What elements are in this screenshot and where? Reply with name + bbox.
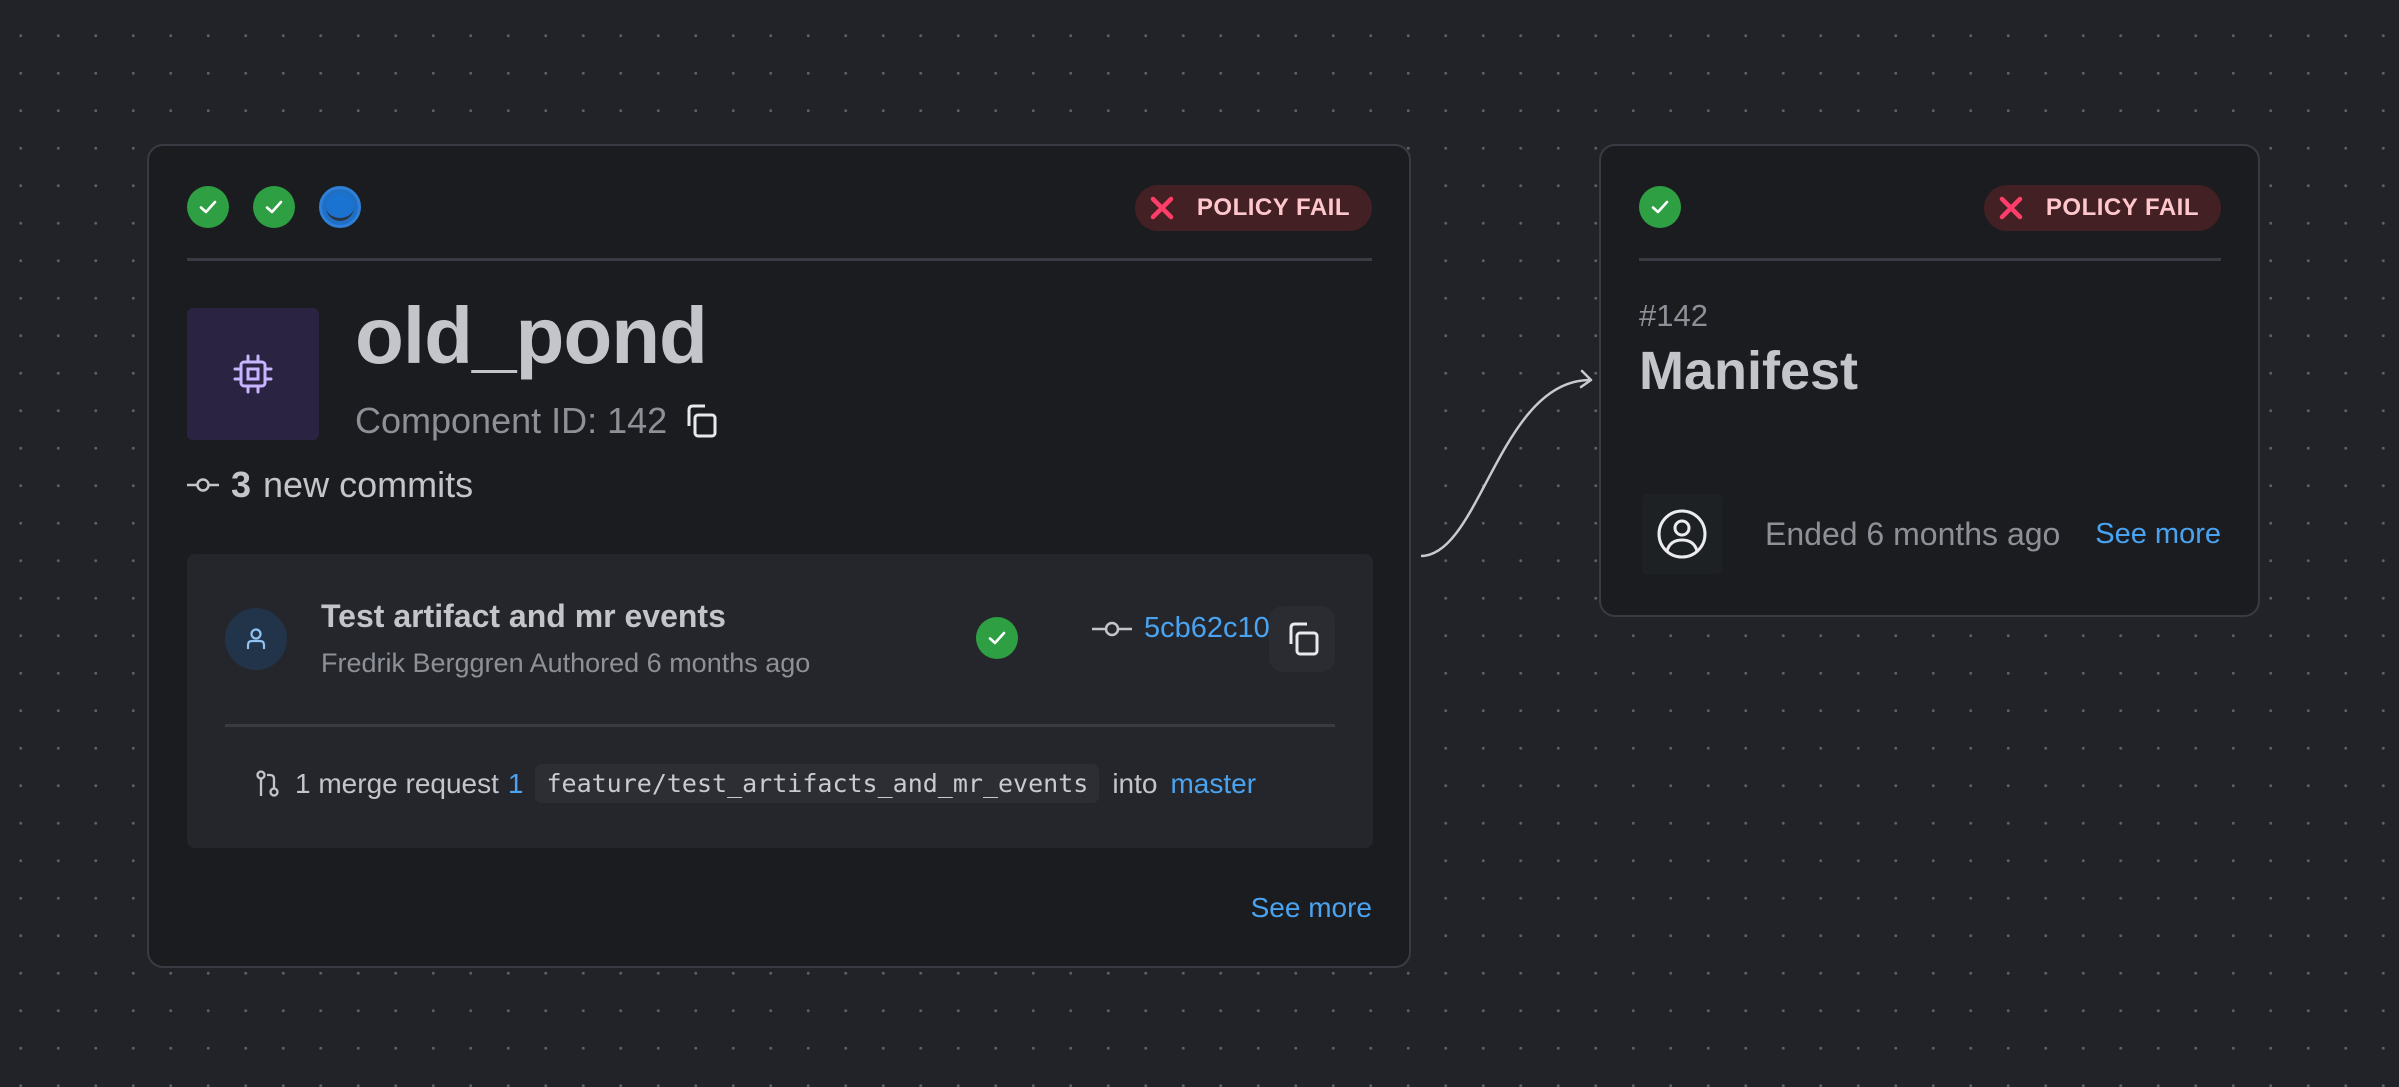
- component-id: Component ID: 142: [355, 400, 719, 442]
- edge-arrowhead-icon: [1579, 369, 1593, 389]
- see-more-link[interactable]: See more: [1251, 892, 1372, 924]
- new-commits-label: new commits: [263, 464, 474, 505]
- commit-sha-link[interactable]: 5cb62c10: [1144, 612, 1270, 645]
- copy-sha-button[interactable]: [1269, 606, 1335, 672]
- commit-panel-divider: [225, 724, 1335, 727]
- policy-badge-label: POLICY FAIL: [2045, 194, 2199, 221]
- merge-request-icon: [256, 769, 279, 797]
- copy-icon: [1289, 622, 1319, 656]
- source-branch: feature/test_artifacts_and_mr_events: [535, 764, 1100, 803]
- ended-time: Ended 6 months ago: [1765, 516, 2061, 552]
- user-circle-icon: [1657, 509, 1707, 559]
- policy-fail-badge: POLICY FAIL: [1983, 185, 2221, 231]
- merge-request-number-link[interactable]: 1: [508, 768, 524, 800]
- policy-badge-label: POLICY FAIL: [1196, 194, 1350, 221]
- cpu-chip-icon: [233, 354, 273, 394]
- into-label: into: [1112, 767, 1158, 799]
- status-success[interactable]: [1639, 186, 1681, 228]
- target-branch-link[interactable]: master: [1170, 768, 1256, 800]
- manifest-card[interactable]: POLICY FAIL #142 Manifest Ended 6 months…: [1599, 144, 2260, 617]
- commit-sha: 5cb62c10: [1092, 612, 1270, 645]
- commit-icon: [187, 478, 219, 492]
- copy-icon[interactable]: [681, 402, 719, 440]
- manifest-title: Manifest: [1639, 341, 1859, 401]
- merge-request-label: 1 merge request: [295, 767, 499, 799]
- status-row: [1639, 186, 1681, 228]
- component-card[interactable]: POLICY FAIL old_pond Component ID: 142 3…: [147, 144, 1411, 968]
- component-title: old_pond: [355, 291, 708, 380]
- commit-icon: [1092, 621, 1132, 636]
- run-number: #142: [1639, 298, 1708, 333]
- policy-fail-badge: POLICY FAIL: [1134, 185, 1372, 231]
- spinner-icon: [326, 193, 354, 221]
- x-icon: [1150, 196, 1174, 220]
- see-more-link[interactable]: See more: [2095, 518, 2221, 551]
- commit-title[interactable]: Test artifact and mr events: [321, 598, 726, 635]
- commit-author: Fredrik Berggren Authored 6 months ago: [321, 648, 811, 678]
- avatar: [225, 608, 287, 670]
- component-id-label: Component ID: 142: [355, 400, 668, 441]
- status-running[interactable]: [319, 186, 361, 228]
- component-icon-box: [187, 308, 319, 440]
- check-icon: [199, 200, 217, 214]
- user-icon: [246, 628, 266, 649]
- status-success[interactable]: [187, 186, 229, 228]
- status-success[interactable]: [253, 186, 295, 228]
- user-avatar: [1642, 494, 1722, 574]
- edge-path: [1420, 378, 1591, 558]
- x-icon: [1999, 196, 2023, 220]
- check-icon: [1651, 200, 1669, 214]
- new-commits-count: 3: [231, 464, 252, 505]
- header-divider: [187, 258, 1372, 261]
- check-icon: [988, 631, 1006, 645]
- check-icon: [265, 200, 283, 214]
- new-commits: 3 new commits: [187, 464, 473, 506]
- commit-status-success[interactable]: [976, 617, 1018, 659]
- commit-panel: Test artifact and mr events Fredrik Berg…: [187, 554, 1373, 848]
- status-row: [187, 186, 361, 228]
- header-divider: [1639, 258, 2221, 261]
- merge-request-row: 1 merge request 1 feature/test_artifacts…: [255, 764, 1256, 803]
